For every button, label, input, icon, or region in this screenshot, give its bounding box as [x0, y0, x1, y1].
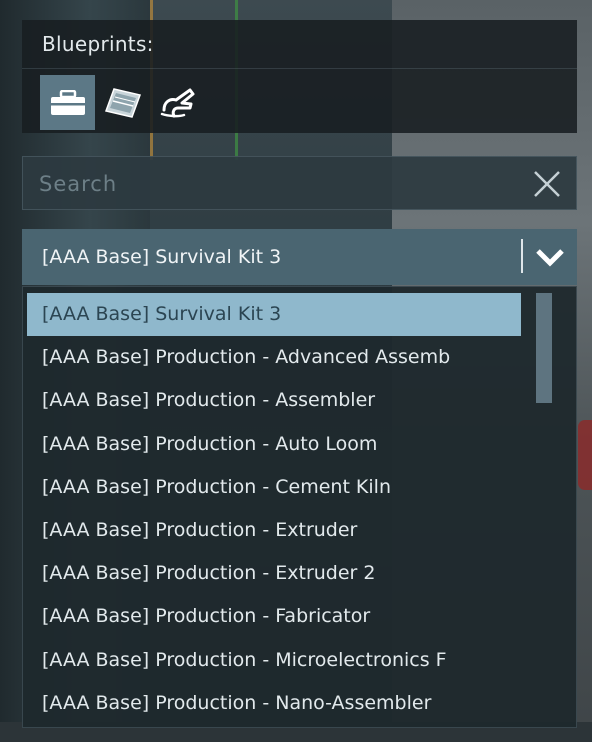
- blueprint-combobox[interactable]: [AAA Base] Survival Kit 3: [22, 229, 577, 285]
- tab-toolbox[interactable]: [40, 75, 95, 130]
- list-item[interactable]: [AAA Base] Survival Kit 3: [27, 293, 521, 337]
- dropdown-scrollbar[interactable]: [536, 293, 552, 725]
- list-item[interactable]: [AAA Base] Production - Nano-Assembler: [27, 682, 521, 725]
- blueprint-category-tabs: [40, 75, 205, 130]
- list-item[interactable]: [AAA Base] Production - Microelectronics…: [27, 639, 521, 682]
- search-input[interactable]: [37, 167, 521, 201]
- list-item[interactable]: [AAA Base] Production - Cement Kiln: [27, 466, 521, 509]
- blueprints-divider: [22, 68, 577, 69]
- combobox-separator: [521, 239, 523, 273]
- list-item[interactable]: [AAA Base] Production - Assembler: [27, 379, 521, 422]
- list-item[interactable]: [AAA Base] Production - Fabricator: [27, 595, 521, 638]
- scrollbar-thumb[interactable]: [536, 293, 552, 403]
- blueprints-panel: Blueprints:: [22, 20, 577, 133]
- blueprints-title: Blueprints:: [42, 32, 154, 56]
- list-item[interactable]: [AAA Base] Production - Extruder 2: [27, 552, 521, 595]
- chevron-down-icon[interactable]: [535, 243, 565, 271]
- background-red-marker: [578, 420, 592, 490]
- blueprint-sheet-icon: [104, 87, 141, 118]
- tab-hand-scanner[interactable]: [150, 75, 205, 130]
- search-box: [22, 156, 577, 210]
- clear-search-icon[interactable]: [532, 169, 562, 199]
- list-item[interactable]: [AAA Base] Production - Advanced Assemb: [27, 336, 521, 379]
- list-item[interactable]: [AAA Base] Production - Extruder: [27, 509, 521, 552]
- dropdown-items: [AAA Base] Survival Kit 3 [AAA Base] Pro…: [27, 293, 521, 725]
- hand-scan-icon: [160, 88, 194, 117]
- blueprint-dropdown-list: [AAA Base] Survival Kit 3 [AAA Base] Pro…: [22, 286, 577, 728]
- tab-blueprint-sheets[interactable]: [95, 75, 150, 130]
- toolbox-icon: [50, 89, 85, 115]
- combobox-selected-value: [AAA Base] Survival Kit 3: [42, 246, 282, 268]
- list-item[interactable]: [AAA Base] Production - Auto Loom: [27, 423, 521, 466]
